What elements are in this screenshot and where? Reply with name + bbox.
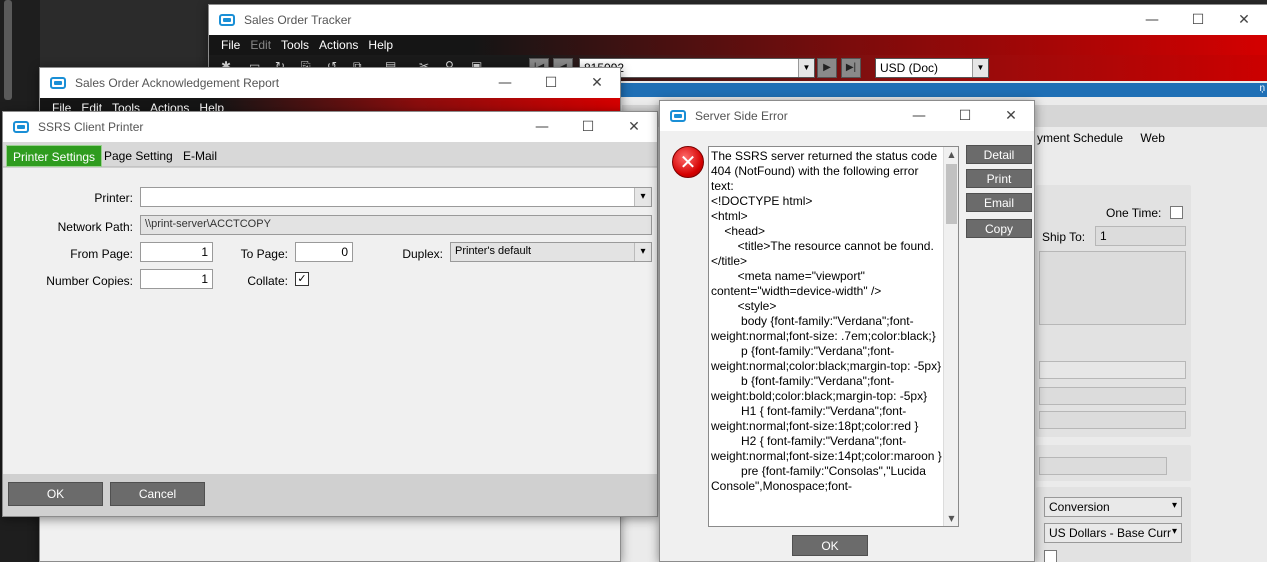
error-ok-button[interactable]: OK xyxy=(792,535,868,556)
ssrs-tab-bar: Printer Settings Page Setting E-Mail xyxy=(3,142,657,167)
base-currency-select[interactable]: US Dollars - Base Curr xyxy=(1044,523,1182,543)
ok-button[interactable]: OK xyxy=(8,482,103,506)
app-icon xyxy=(670,110,686,122)
printer-settings-form: Printer: Network Path: \\print-server\AC… xyxy=(3,167,657,487)
collate-label: Collate: xyxy=(247,274,288,288)
tab-email[interactable]: E-Mail xyxy=(177,145,223,167)
chevron-down-icon[interactable]: ▼ xyxy=(798,59,814,77)
from-page-field[interactable]: 1 xyxy=(140,242,213,262)
app-icon xyxy=(13,121,29,133)
ship-to-label: Ship To: xyxy=(1042,230,1086,244)
duplex-label: Duplex: xyxy=(402,247,443,261)
err-title: Server Side Error xyxy=(695,109,788,123)
ship-to-address[interactable] xyxy=(1039,251,1186,325)
scroll-up-icon[interactable]: ▲ xyxy=(944,147,958,162)
ship-to-field[interactable]: 1 xyxy=(1095,226,1186,246)
strip-marker: ņ xyxy=(1259,83,1265,94)
maximize-button[interactable]: ☐ xyxy=(1175,5,1221,35)
to-page-label: To Page: xyxy=(240,247,288,261)
close-button[interactable]: ✕ xyxy=(988,101,1034,131)
tab-page-setting[interactable]: Page Setting xyxy=(98,145,179,167)
terms-field[interactable] xyxy=(1039,411,1186,429)
one-time-checkbox[interactable] xyxy=(1170,206,1183,219)
sot-subtabs: yment Schedule Web xyxy=(1037,131,1179,145)
maximize-button[interactable]: ☐ xyxy=(528,68,574,98)
ship-via-select[interactable] xyxy=(1039,361,1186,379)
scroll-down-icon[interactable]: ▼ xyxy=(944,511,958,526)
server-side-error-window: Server Side Error — ☐ ✕ ✕ The SSRS serve… xyxy=(659,100,1035,562)
sot-titlebar: Sales Order Tracker — ☐ ✕ xyxy=(209,5,1267,35)
menu-edit[interactable]: Edit xyxy=(250,38,271,52)
currency-select[interactable]: USD (Doc) ▼ xyxy=(875,58,989,78)
minimize-button[interactable]: — xyxy=(1129,5,1175,35)
ssrs-footer: OK Cancel xyxy=(3,474,657,516)
number-copies-field[interactable]: 1 xyxy=(140,269,213,289)
last-record-button[interactable]: ▶| xyxy=(841,58,861,78)
tab-printer-settings[interactable]: Printer Settings xyxy=(6,145,103,167)
duplex-select[interactable]: Printer's default xyxy=(450,242,652,262)
sot-title: Sales Order Tracker xyxy=(244,13,352,27)
print-button[interactable]: Print xyxy=(966,169,1032,188)
ssrs-client-printer-window: SSRS Client Printer — ☐ ✕ Printer Settin… xyxy=(2,111,658,517)
currency-checkbox[interactable] xyxy=(1044,550,1057,562)
app-icon xyxy=(219,14,235,26)
ssrs-title: SSRS Client Printer xyxy=(38,120,144,134)
next-record-button[interactable]: ▶ xyxy=(817,58,837,78)
menu-file[interactable]: File xyxy=(221,38,240,52)
error-message-box[interactable]: The SSRS server returned the status code… xyxy=(708,146,959,527)
number-copies-label: Number Copies: xyxy=(46,274,133,288)
one-time-label: One Time: xyxy=(1106,206,1162,220)
soa-titlebar: Sales Order Acknowledgement Report — ☐ ✕ xyxy=(40,68,620,98)
menu-help[interactable]: Help xyxy=(368,38,393,52)
app-icon xyxy=(50,77,66,89)
menu-tools[interactable]: Tools xyxy=(281,38,309,52)
printer-select[interactable] xyxy=(140,187,652,207)
ssrs-titlebar: SSRS Client Printer — ☐ ✕ xyxy=(3,112,657,142)
soa-title: Sales Order Acknowledgement Report xyxy=(75,76,280,90)
error-message-text: The SSRS server returned the status code… xyxy=(711,149,942,493)
maximize-button[interactable]: ☐ xyxy=(942,101,988,131)
copy-button[interactable]: Copy xyxy=(966,219,1032,238)
network-path-label: Network Path: xyxy=(57,220,133,234)
subtab-web[interactable]: Web xyxy=(1140,131,1164,145)
close-button[interactable]: ✕ xyxy=(611,112,657,142)
menu-actions[interactable]: Actions xyxy=(319,38,358,52)
maximize-button[interactable]: ☐ xyxy=(565,112,611,142)
close-button[interactable]: ✕ xyxy=(1221,5,1267,35)
rate-type-select[interactable]: Conversion xyxy=(1044,497,1182,517)
minimize-button[interactable]: — xyxy=(482,68,528,98)
printer-label: Printer: xyxy=(94,191,133,205)
minimize-button[interactable]: — xyxy=(896,101,942,131)
desktop-scrollbar xyxy=(4,0,12,100)
email-button[interactable]: Email xyxy=(966,193,1032,212)
scroll-thumb[interactable] xyxy=(946,164,957,224)
detail-button[interactable]: Detail xyxy=(966,145,1032,164)
fob-field[interactable] xyxy=(1039,387,1186,405)
network-path-field: \\print-server\ACCTCOPY xyxy=(140,215,652,235)
err-titlebar: Server Side Error — ☐ ✕ xyxy=(660,101,1034,131)
from-page-label: From Page: xyxy=(70,247,133,261)
sot-menubar: File Edit Tools Actions Help xyxy=(209,35,1267,55)
close-button[interactable]: ✕ xyxy=(574,68,620,98)
error-scrollbar[interactable]: ▲ ▼ xyxy=(943,147,958,526)
error-icon: ✕ xyxy=(672,146,704,178)
collate-checkbox[interactable]: ✓ xyxy=(295,272,309,286)
chevron-down-icon[interactable]: ▼ xyxy=(972,59,988,77)
subtab-payment-schedule[interactable]: yment Schedule xyxy=(1037,131,1123,145)
total-field xyxy=(1039,457,1167,475)
minimize-button[interactable]: — xyxy=(519,112,565,142)
to-page-field[interactable]: 0 xyxy=(295,242,353,262)
cancel-button[interactable]: Cancel xyxy=(110,482,205,506)
